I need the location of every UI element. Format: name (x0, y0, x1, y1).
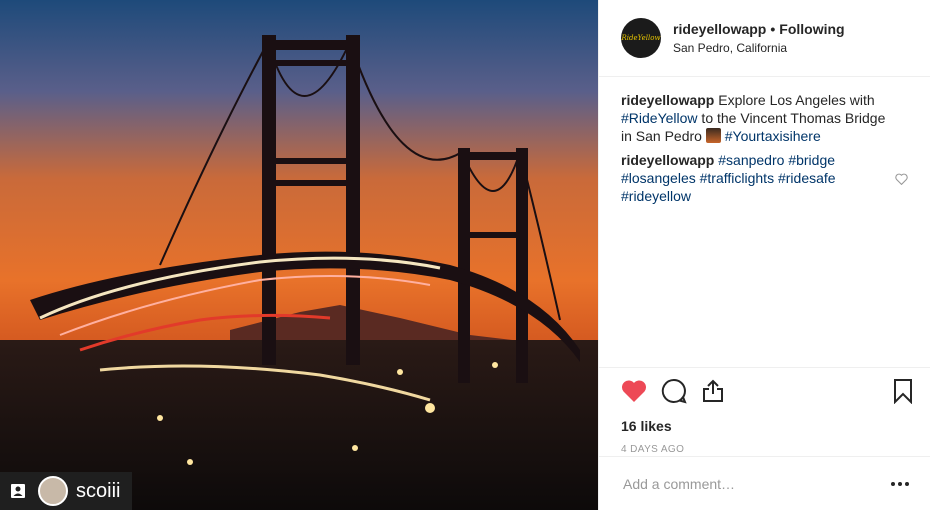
post-sidebar: RideYellow rideyellowapp • Following San P… (598, 0, 930, 510)
comment-username[interactable]: rideyellowapp (621, 92, 714, 108)
more-icon[interactable] (891, 481, 909, 486)
hashtag-link[interactable]: #rideyellow (621, 188, 691, 204)
comment-list: rideyellowapp Explore Los Angeles with #… (599, 77, 930, 205)
comment-username[interactable]: rideyellowapp (621, 152, 714, 168)
repost-username: scoiii (76, 479, 121, 502)
hashtag-link[interactable]: #ridesafe (778, 170, 836, 186)
hashtag-link[interactable]: #trafficlights (700, 170, 774, 186)
comment-text: Explore Los Angeles with (714, 92, 875, 108)
hashtag-link[interactable]: #Yourtaxisihere (725, 128, 821, 144)
bridge-photo (0, 0, 598, 510)
like-count[interactable]: 16 likes (621, 418, 913, 434)
caption-comment: rideyellowapp Explore Los Angeles with #… (621, 91, 908, 145)
location-link[interactable]: San Pedro, California (673, 41, 845, 55)
timestamp[interactable]: 4 DAYS AGO (621, 444, 913, 455)
repost-avatar (38, 476, 68, 506)
hashtag-link[interactable]: #losangeles (621, 170, 696, 186)
repost-tag[interactable]: scoiii (0, 472, 133, 510)
add-comment-bar (599, 456, 930, 510)
bookmark-icon[interactable] (893, 378, 913, 404)
user-tag-icon (8, 481, 28, 501)
hashtag-comment: rideyellowapp #sanpedro #bridge #losange… (621, 151, 908, 205)
action-bar: 16 likes 4 DAYS AGO (599, 367, 930, 455)
separator-dot: • (770, 21, 776, 37)
post: scoiii RideYellow rideyellowapp • Followin… (0, 0, 930, 510)
username-link[interactable]: rideyellowapp (673, 21, 766, 37)
avatar[interactable]: RideYellow (621, 18, 661, 58)
post-image[interactable]: scoiii (0, 0, 598, 510)
comment-icon[interactable] (661, 378, 687, 404)
comment-like-heart-icon[interactable] (895, 171, 908, 189)
hashtag-link[interactable]: #RideYellow (621, 110, 698, 126)
comment-input[interactable] (621, 474, 891, 493)
hashtag-link[interactable]: #bridge (788, 152, 835, 168)
share-icon[interactable] (701, 379, 725, 403)
post-header: RideYellow rideyellowapp • Following San P… (599, 0, 930, 77)
follow-status[interactable]: Following (779, 21, 844, 37)
heart-icon[interactable] (621, 379, 647, 403)
avatar-logo-text: RideYellow (621, 34, 661, 42)
hashtag-link[interactable]: #sanpedro (718, 152, 784, 168)
bridge-emoji-icon (705, 128, 721, 143)
